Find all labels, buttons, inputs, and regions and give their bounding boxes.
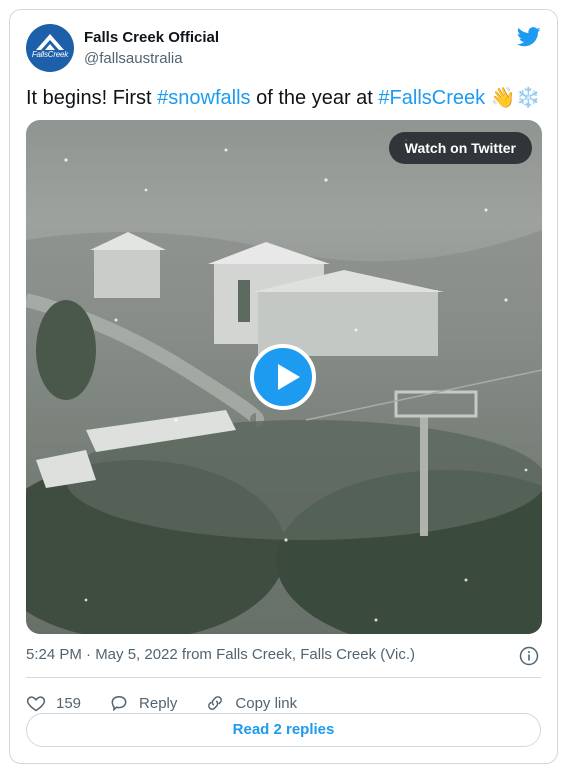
heart-icon — [26, 696, 46, 712]
hashtag-snowfalls[interactable]: #snowfalls — [157, 87, 250, 109]
tweet-text-part: It begins! First — [26, 87, 158, 109]
info-icon[interactable] — [519, 646, 539, 666]
hashtag-fallscreek[interactable]: #FallsCreek — [378, 87, 485, 109]
display-name[interactable]: Falls Creek Official — [84, 29, 219, 46]
copy-link-button[interactable]: Copy link — [205, 693, 297, 713]
tweet-text: It begins! First #snowfalls of the year … — [26, 84, 541, 112]
handle[interactable]: @fallsaustralia — [84, 50, 183, 67]
tweet-emoji: 👋❄️ — [485, 87, 541, 109]
video-thumbnail[interactable]: Watch on Twitter — [26, 120, 542, 634]
copy-link-label: Copy link — [235, 694, 298, 712]
reply-button[interactable]: Reply — [109, 693, 177, 713]
avatar[interactable]: FallsCreek — [26, 24, 74, 72]
watch-on-twitter-button[interactable]: Watch on Twitter — [388, 132, 532, 164]
mountain-logo-icon — [36, 34, 64, 50]
read-replies-button[interactable]: Read 2 replies — [26, 713, 541, 747]
link-icon — [208, 696, 223, 710]
reply-label: Reply — [139, 694, 178, 712]
twitter-bird-icon[interactable] — [517, 26, 541, 48]
tweet-text-part: of the year at — [250, 87, 379, 109]
like-count: 159 — [56, 694, 82, 712]
tweet-timestamp[interactable]: 5:24 PM · May 5, 2022 from Falls Creek, … — [26, 646, 415, 663]
avatar-brand-text: FallsCreek — [31, 50, 69, 59]
reply-icon — [111, 695, 127, 712]
like-button[interactable]: 159 — [26, 693, 81, 713]
play-icon[interactable] — [250, 344, 316, 410]
divider — [26, 677, 541, 678]
tweet-card: FallsCreek Falls Creek Official @fallsau… — [9, 9, 558, 764]
